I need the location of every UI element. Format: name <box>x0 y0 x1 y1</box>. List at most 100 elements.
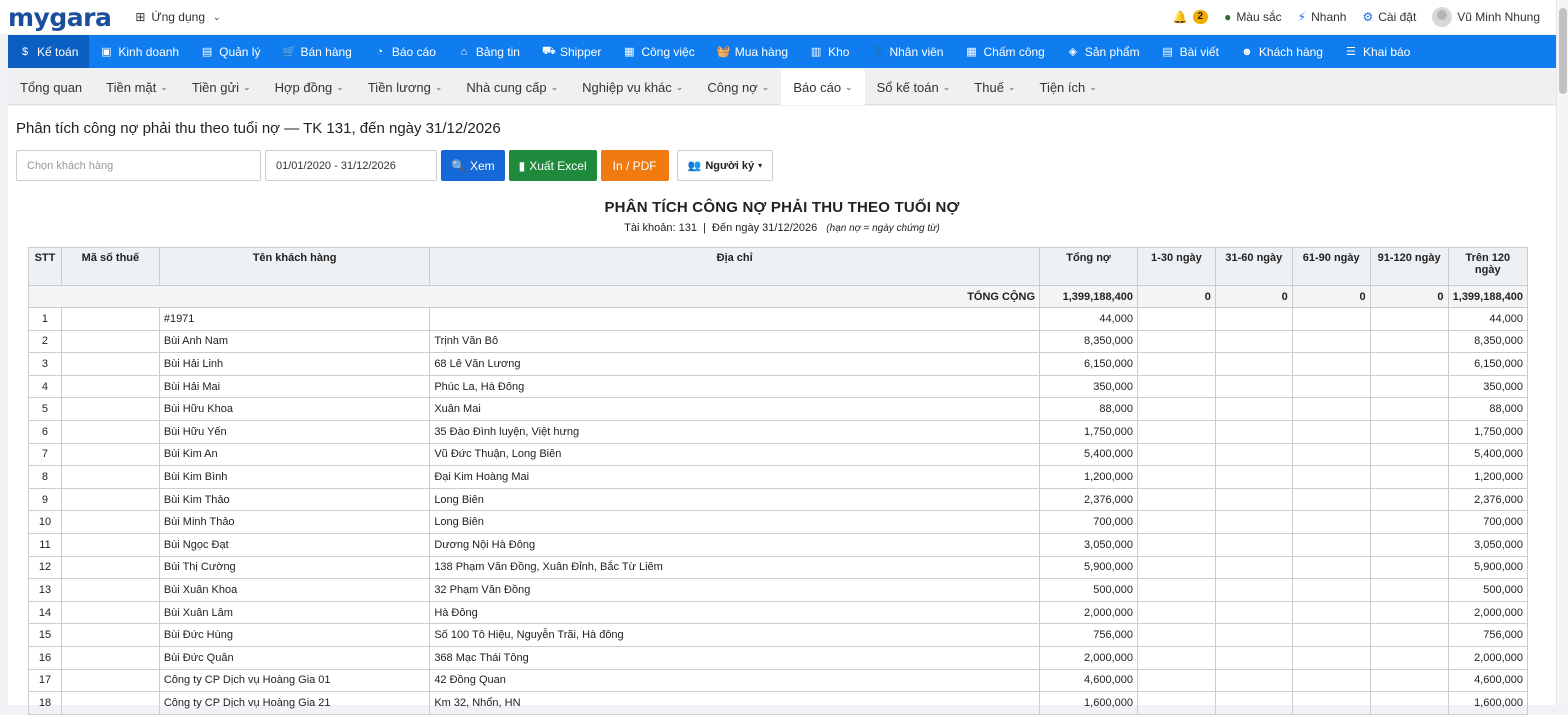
apps-menu[interactable]: ⊞ Ứng dụng ⌄ <box>135 10 220 24</box>
main-nav-9[interactable]: ▥ Kho <box>799 35 860 68</box>
column-header: Địa chỉ <box>429 247 1041 286</box>
cell-addr: Trịnh Văn Bô <box>429 329 1041 354</box>
cell-empty <box>1136 578 1216 602</box>
sub-nav-3[interactable]: Hợp đồng ⌄ <box>263 70 356 105</box>
signer-dropdown[interactable]: 👥 Người ký ▾ <box>676 150 774 181</box>
cell-stt: 2 <box>28 329 62 354</box>
apps-label: Ứng dụng <box>151 10 205 24</box>
cell-tax <box>60 307 160 331</box>
sub-nav-label: Tiền mặt <box>106 79 157 95</box>
total-over-120: 1,399,188,400 <box>1447 285 1529 308</box>
main-nav-1[interactable]: ▣ Kinh doanh <box>89 35 190 68</box>
chevron-down-icon: ⌄ <box>1089 81 1097 92</box>
main-nav-14[interactable]: ☻ Khách hàng <box>1230 35 1334 68</box>
sub-nav-11[interactable]: Tiện ích ⌄ <box>1027 70 1108 105</box>
main-nav-13[interactable]: ▤ Bài viết <box>1151 35 1230 68</box>
cell-empty <box>1136 374 1216 399</box>
table-row: 10 Bùi Minh Thảo Long Biên 700,000 700,000 <box>28 510 1529 534</box>
table-row: 9 Bùi Kim Thảo Long Biên 2,376,000 2,376,000 <box>28 487 1529 512</box>
smile-icon: ☻ <box>1241 45 1253 58</box>
main-nav-5[interactable]: ⌂ Bảng tin <box>447 35 531 68</box>
sub-nav-6[interactable]: Nghiệp vụ khác ⌄ <box>570 70 695 105</box>
cell-empty <box>1136 442 1216 467</box>
cell-empty <box>1214 329 1293 354</box>
main-nav-8[interactable]: 🧺 Mua hàng <box>706 35 799 68</box>
sub-nav-4[interactable]: Tiền lương ⌄ <box>356 70 455 105</box>
cell-total: 5,900,000 <box>1039 555 1138 580</box>
cell-name: Bùi Hải Linh <box>158 352 431 376</box>
cell-empty <box>1291 600 1371 625</box>
sub-nav-2[interactable]: Tiền gửi ⌄ <box>180 70 263 105</box>
user-menu[interactable]: Vũ Minh Nhung <box>1432 7 1540 27</box>
cell-over: 44,000 <box>1447 307 1529 331</box>
cell-empty <box>1291 532 1371 557</box>
main-nav-2[interactable]: ▤ Quản lý <box>190 35 271 68</box>
sub-nav-9[interactable]: Sổ kế toán ⌄ <box>865 70 963 105</box>
cell-empty <box>1291 578 1371 602</box>
sub-nav-7[interactable]: Công nợ ⌄ <box>695 70 781 105</box>
cell-name: Bùi Ngọc Đạt <box>158 532 431 557</box>
cell-tax <box>60 419 160 444</box>
sub-nav-label: Nghiệp vụ khác <box>582 79 672 95</box>
notifications-button[interactable]: 🔔 2 <box>1173 10 1209 24</box>
sub-nav-label: Báo cáo <box>793 79 842 95</box>
cell-empty <box>1291 691 1371 715</box>
settings-button[interactable]: ⚙ Cài đặt <box>1362 10 1416 24</box>
main-nav-label: Khai báo <box>1362 44 1411 59</box>
main-nav-label: Bài viết <box>1179 44 1219 59</box>
main-nav-7[interactable]: ▦ Công việc <box>612 35 705 68</box>
main-nav-15[interactable]: ☰ Khai báo <box>1334 35 1421 68</box>
cell-over: 2,000,000 <box>1447 600 1529 625</box>
sub-nav-0[interactable]: Tổng quan <box>8 70 94 105</box>
cell-tax <box>60 329 160 354</box>
content-panel: Phân tích công nợ phải thu theo tuổi nợ … <box>8 106 1556 715</box>
cell-empty <box>1369 578 1449 602</box>
export-excel-button[interactable]: ▮ Xuất Excel <box>508 150 597 181</box>
main-nav-0[interactable]: $ Kế toán <box>8 35 90 68</box>
cell-empty <box>1369 465 1449 489</box>
color-button[interactable]: ● Màu sắc <box>1224 10 1282 24</box>
cell-name: Bùi Đức Hùng <box>158 623 431 647</box>
chevron-down-icon: ⌄ <box>243 81 251 92</box>
cell-stt: 5 <box>28 397 62 421</box>
page-scrollbar[interactable] <box>1556 0 1568 705</box>
cell-empty <box>1136 487 1216 512</box>
brand-logo[interactable]: mygara <box>8 3 112 32</box>
customer-select[interactable]: Chọn khách hàng <box>16 150 261 181</box>
cell-empty <box>1214 645 1293 670</box>
sub-nav-8[interactable]: Báo cáo ⌄ <box>781 69 865 105</box>
main-nav-12[interactable]: ◈ Sản phẩm <box>1056 35 1151 68</box>
cell-tax <box>60 397 160 421</box>
view-button[interactable]: 🔍 Xem <box>441 150 505 181</box>
cell-over: 1,750,000 <box>1447 419 1529 444</box>
cell-tax <box>60 555 160 580</box>
main-nav-6[interactable]: ⛟ Shipper <box>531 35 612 68</box>
main-nav-4[interactable]: ◔ Báo cáo <box>363 35 447 68</box>
cell-total: 2,376,000 <box>1039 487 1138 512</box>
total-31-60: 0 <box>1214 285 1293 308</box>
cell-empty <box>1136 623 1216 647</box>
cell-addr: Số 100 Tô Hiệu, Nguyễn Trãi, Hà đông <box>429 623 1041 647</box>
quick-button[interactable]: ⚡ Nhanh <box>1298 10 1347 24</box>
main-nav-11[interactable]: ▦ Chấm công <box>954 35 1055 68</box>
avatar <box>1432 7 1453 27</box>
filter-bar: Chọn khách hàng 01/01/2020 - 31/12/2026 … <box>16 150 774 181</box>
scrollbar-thumb[interactable] <box>1559 8 1567 94</box>
cell-empty <box>1291 510 1371 534</box>
main-nav-3[interactable]: 🛒 Bán hàng <box>271 35 362 68</box>
main-nav-10[interactable]: 👤 Nhân viên <box>860 35 954 68</box>
cell-over: 4,600,000 <box>1447 668 1529 693</box>
cell-stt: 18 <box>28 691 62 715</box>
cell-over: 5,900,000 <box>1447 555 1529 580</box>
sub-nav-1[interactable]: Tiền mặt ⌄ <box>94 70 180 105</box>
cell-stt: 16 <box>28 645 62 670</box>
cell-empty <box>1291 555 1371 580</box>
cell-addr: 68 Lê Văn Lương <box>429 352 1041 376</box>
cell-name: Bùi Anh Nam <box>158 329 431 354</box>
sub-nav-5[interactable]: Nhà cung cấp ⌄ <box>454 70 570 105</box>
date-range-input[interactable]: 01/01/2020 - 31/12/2026 <box>265 150 437 181</box>
print-pdf-button[interactable]: In / PDF <box>600 150 669 181</box>
cell-empty <box>1369 487 1449 512</box>
sub-nav-10[interactable]: Thuế ⌄ <box>962 70 1027 105</box>
main-nav-label: Mua hàng <box>734 44 789 59</box>
